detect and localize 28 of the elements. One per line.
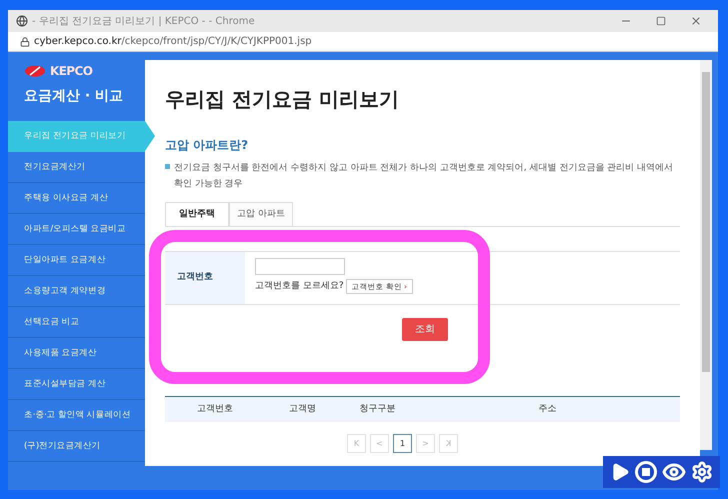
form-label: 고객번호 [165,252,245,304]
column-header: 고객번호 [196,402,234,416]
stop-icon[interactable] [634,461,657,483]
customer-number-input[interactable] [255,258,345,275]
submit-button[interactable]: 조회 [402,318,448,341]
tab[interactable]: 일반주택 [165,202,229,226]
close-icon[interactable] [690,15,702,27]
column-header: 주소 [538,402,558,416]
address-bar[interactable]: cyber.kepco.co.kr/ckepco/front/jsp/CY/J/K/CYJKPP001.jsp [8,32,718,52]
description-text: 전기요금 청구서를 한전에서 수령하지 않고 아파트 전체가 하나의 고객번호로 계약되어, 세대별 전기요금을 관리비 내역에서 확인 가능한 경우 [174,162,674,191]
column-header: 청구구분 [358,402,396,416]
page-title: 우리집 전기요금 미리보기 [165,86,400,113]
url-text: cyber.kepco.co.kr/ckepco/front/jsp/CY/J/K/CYJKPP001.jsp [34,35,312,49]
sidebar-heading: 요금계산 · 비교 [23,87,124,106]
section-title: 고압 아파트란? [165,137,250,154]
lock-icon [20,36,30,46]
globe-icon [16,15,28,27]
window-title: - 우리집 전기요금 미리보기 | KEPCO - - Chrome [32,14,256,28]
settings-icon[interactable] [691,461,714,483]
bullet-icon [165,164,170,169]
tab[interactable]: 고압 아파트 [229,202,293,226]
page-button[interactable]: 1 [393,434,412,453]
maximize-icon[interactable] [656,16,666,26]
logo-icon [24,65,46,77]
scrollbar[interactable] [700,60,712,450]
hint-text: 고객번호를 모르세요? [255,280,344,293]
logo-text: KEPCO [50,63,92,80]
column-header: 고객명 [288,402,317,416]
